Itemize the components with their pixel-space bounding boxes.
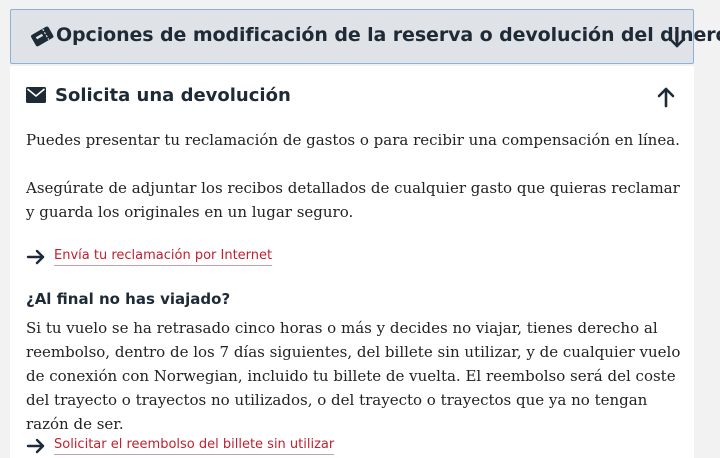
arrow-down-icon[interactable] [666,26,688,50]
unused-ticket-refund-link[interactable]: Solicitar el reembolso del billete sin u… [26,435,335,457]
envelope-icon [26,87,46,103]
section-title: Solicita una devolución [55,85,291,106]
refund-panel: Solicita una devolución Puedes presentar… [10,66,694,458]
accordion-title: Opciones de modificación de la reserva o… [56,24,720,46]
arrow-right-icon [26,438,45,454]
section-header-refund[interactable]: Solicita una devolución [26,85,686,111]
receipts-paragraph: Asegúrate de adjuntar los recibos detall… [26,179,680,221]
arrow-right-icon [26,249,45,265]
arrow-up-icon[interactable] [655,85,677,109]
unused-ticket-refund-link-text[interactable]: Solicitar el reembolso del billete sin u… [54,437,335,455]
refund-policy-paragraph: Si tu vuelo se ha retrasado cinco horas … [26,319,681,433]
accordion-header-booking-options[interactable]: Opciones de modificación de la reserva o… [10,9,720,64]
online-claim-link[interactable]: Envía tu reclamación por Internet [26,246,273,268]
not-travelled-heading: ¿Al final no has viajado? [26,290,231,308]
intro-paragraph: Puedes presentar tu reclamación de gasto… [26,131,680,149]
ticket-icon [31,26,54,47]
online-claim-link-text[interactable]: Envía tu reclamación por Internet [54,248,273,266]
